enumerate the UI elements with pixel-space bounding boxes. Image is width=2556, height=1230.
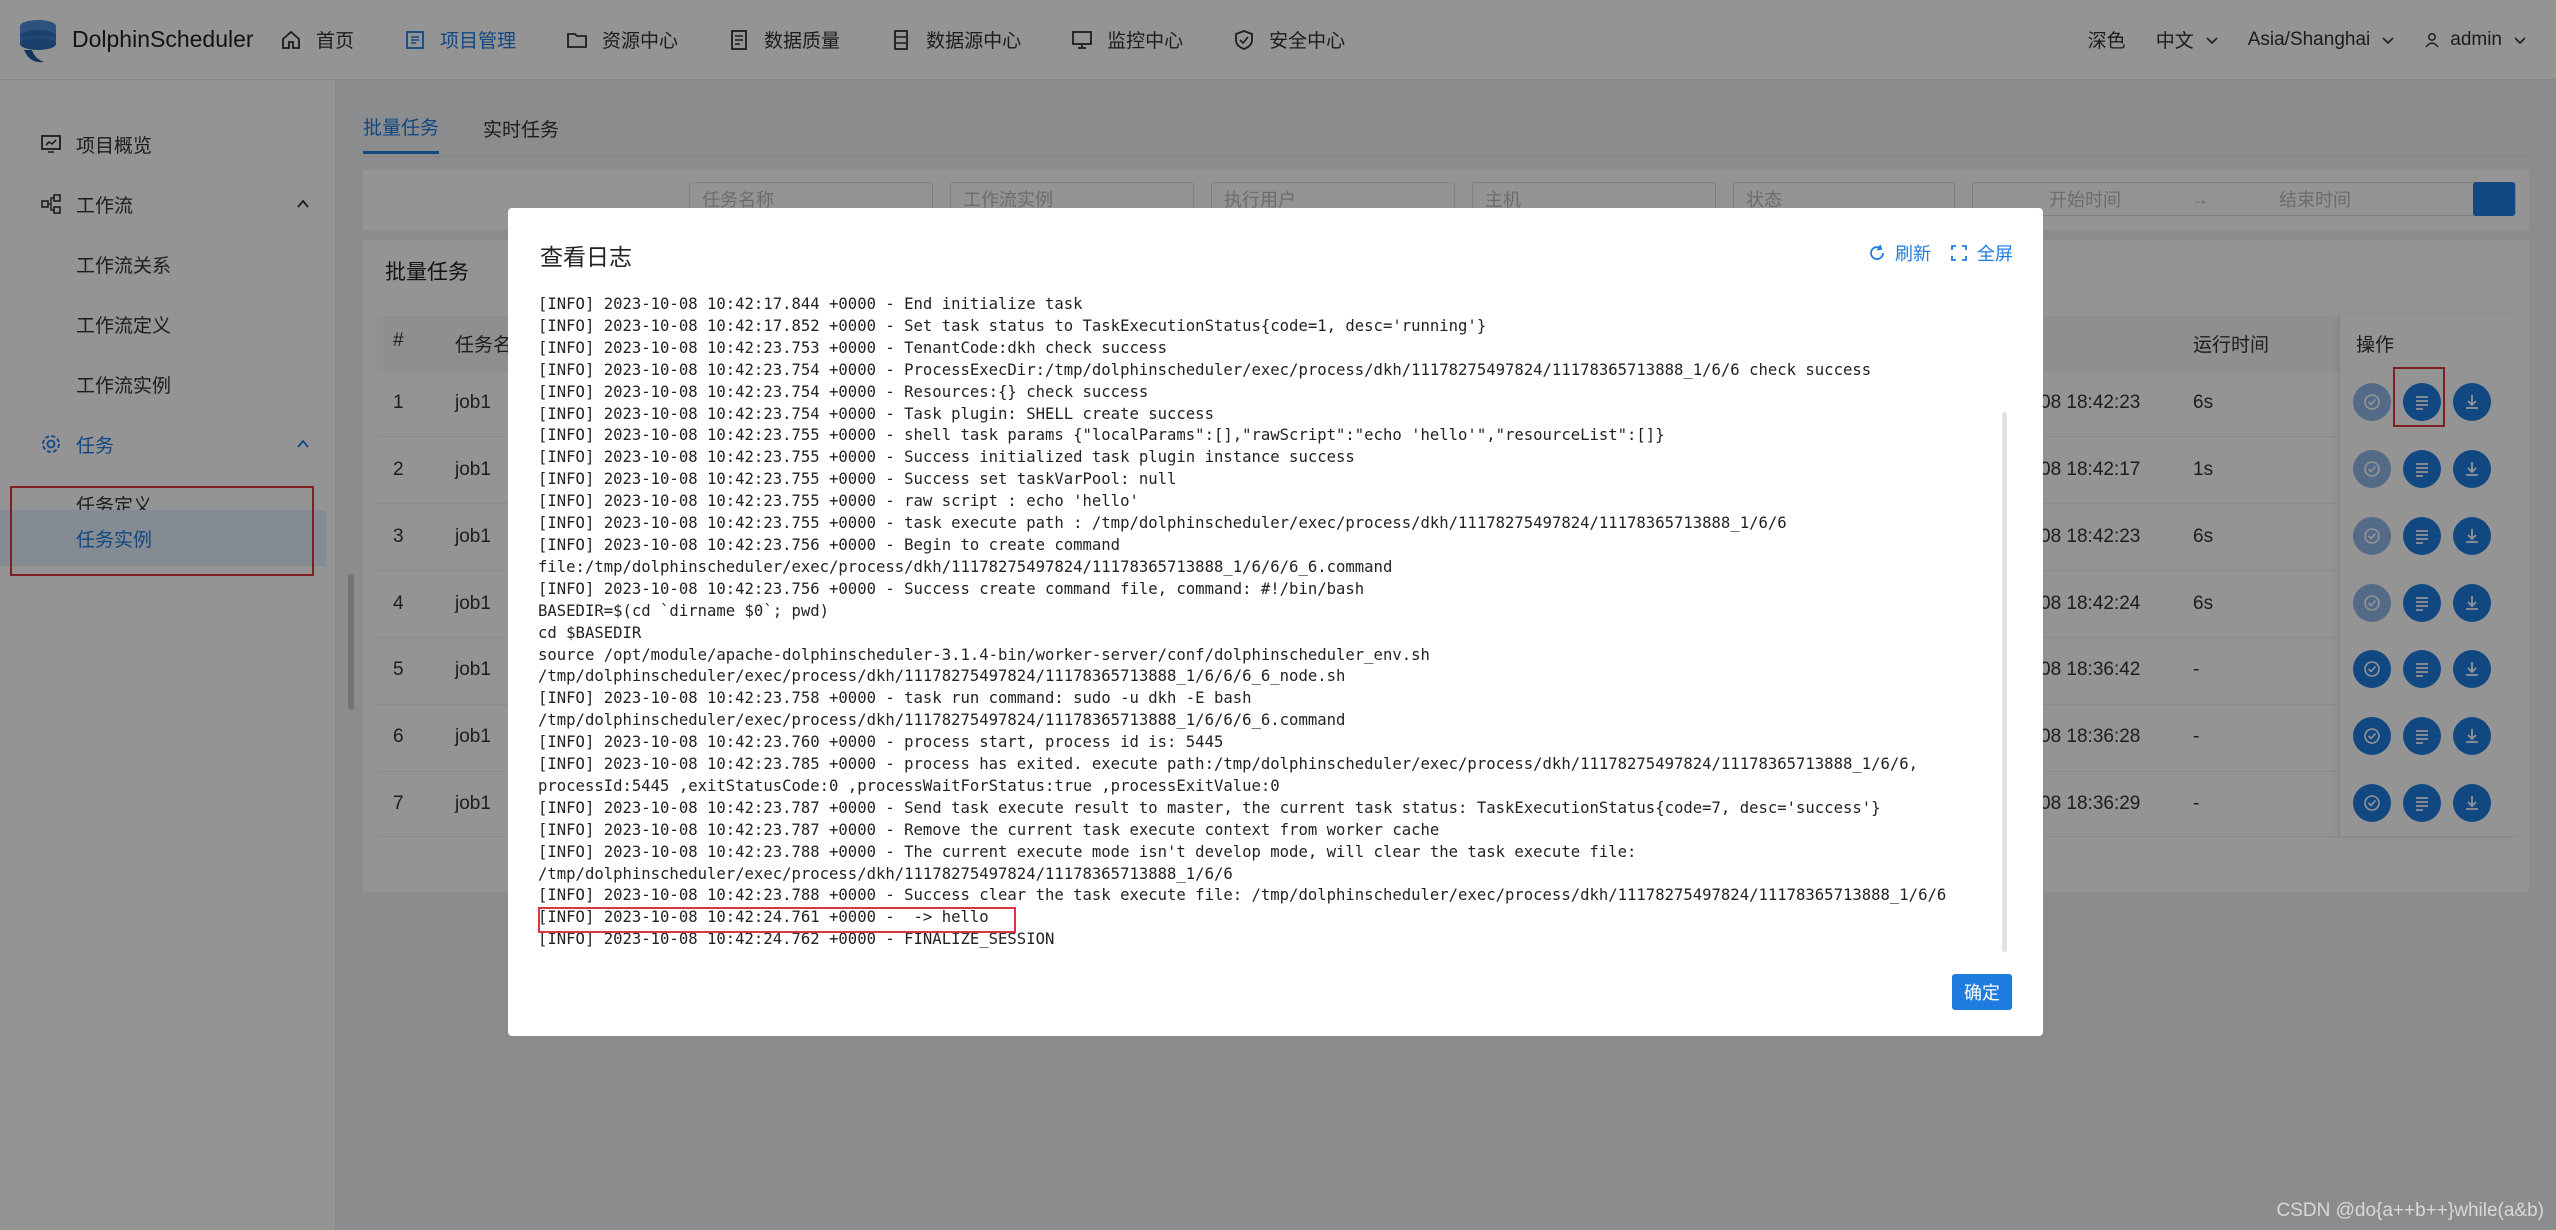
modal-actions: 刷新 全屏: [1849, 240, 2013, 266]
log-line: [INFO] 2023-10-08 10:42:23.758 +0000 - t…: [538, 689, 1252, 708]
log-line: source /opt/module/apache-dolphinschedul…: [538, 645, 1430, 664]
log-line: [INFO] 2023-10-08 10:42:23.788 +0000 - T…: [538, 842, 1637, 861]
log-line: [INFO] 2023-10-08 10:42:23.756 +0000 - S…: [538, 579, 1365, 598]
refresh-button[interactable]: 刷新: [1867, 240, 1931, 266]
log-line: cd $BASEDIR: [538, 623, 642, 642]
log-line: [INFO] 2023-10-08 10:42:23.788 +0000 - S…: [538, 886, 1947, 905]
modal-title: 查看日志: [540, 244, 632, 270]
log-line: [INFO] 2023-10-08 10:42:23.787 +0000 - S…: [538, 798, 1881, 817]
log-line: [INFO] 2023-10-08 10:42:23.755 +0000 - r…: [538, 492, 1139, 511]
log-line: processId:5445 ,exitStatusCode:0 ,proces…: [538, 776, 1280, 795]
log-line: [INFO] 2023-10-08 10:42:23.756 +0000 - B…: [538, 535, 1121, 554]
log-line: [INFO] 2023-10-08 10:42:23.754 +0000 - P…: [538, 360, 1872, 379]
log-line: [INFO] 2023-10-08 10:42:23.755 +0000 - s…: [538, 426, 1665, 445]
log-line: BASEDIR=$(cd `dirname $0`; pwd): [538, 601, 830, 620]
log-line: [INFO] 2023-10-08 10:42:23.760 +0000 - p…: [538, 733, 1224, 752]
log-line: /tmp/dolphinscheduler/exec/process/dkh/1…: [538, 864, 1233, 883]
highlight-box-hello-line: [538, 907, 1016, 933]
fullscreen-icon: [1951, 245, 1967, 261]
log-line: [INFO] 2023-10-08 10:42:23.755 +0000 - S…: [538, 470, 1177, 489]
ok-button[interactable]: 确定: [1952, 974, 2012, 1010]
refresh-label: 刷新: [1895, 244, 1931, 264]
log-line: [INFO] 2023-10-08 10:42:17.852 +0000 - S…: [538, 316, 1487, 335]
log-line: [INFO] 2023-10-08 10:42:23.785 +0000 - p…: [538, 755, 1919, 774]
refresh-icon: [1870, 244, 1884, 260]
log-line: [INFO] 2023-10-08 10:42:23.753 +0000 - T…: [538, 338, 1168, 357]
log-content[interactable]: [INFO] 2023-10-08 10:42:17.844 +0000 - E…: [538, 294, 2008, 958]
log-line: /tmp/dolphinscheduler/exec/process/dkh/1…: [538, 667, 1346, 686]
log-line: [INFO] 2023-10-08 10:42:23.787 +0000 - R…: [538, 820, 1440, 839]
log-line: [INFO] 2023-10-08 10:42:23.755 +0000 - t…: [538, 514, 1787, 533]
log-line: file:/tmp/dolphinscheduler/exec/process/…: [538, 557, 1393, 576]
fullscreen-label: 全屏: [1977, 244, 2013, 264]
log-line: [INFO] 2023-10-08 10:42:17.844 +0000 - E…: [538, 295, 1083, 313]
fullscreen-button[interactable]: 全屏: [1949, 240, 2013, 266]
log-line: /tmp/dolphinscheduler/exec/process/dkh/1…: [538, 711, 1346, 730]
log-scrollbar[interactable]: [2002, 412, 2007, 952]
watermark: CSDN @do{a++b++}while(a&b): [2276, 1200, 2544, 1221]
log-line: [INFO] 2023-10-08 10:42:23.755 +0000 - S…: [538, 448, 1355, 467]
log-line: [INFO] 2023-10-08 10:42:23.754 +0000 - R…: [538, 382, 1149, 401]
log-line: [INFO] 2023-10-08 10:42:23.754 +0000 - T…: [538, 404, 1214, 423]
